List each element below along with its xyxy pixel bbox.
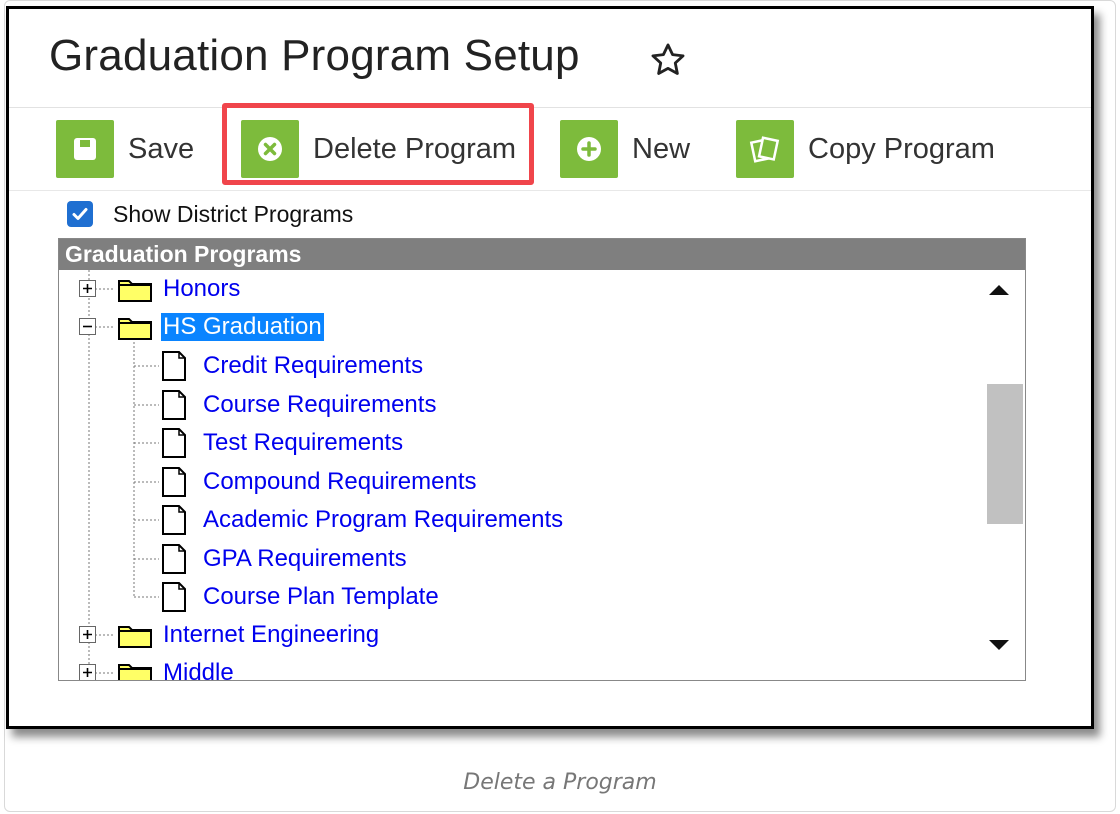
copy-program-label: Copy Program	[808, 132, 995, 165]
tree-node-label: Test Requirements	[203, 429, 404, 456]
document-icon	[162, 351, 186, 381]
tree-node-label: Academic Program Requirements	[203, 506, 564, 533]
tree-node-credit-requirements[interactable]: Credit Requirements	[161, 348, 425, 384]
folder-icon	[118, 664, 152, 680]
tree-node-label: Credit Requirements	[203, 352, 424, 379]
tree-node-label: HS Graduation	[161, 313, 324, 341]
checkmark-icon	[72, 208, 88, 220]
scroll-up-arrow-icon[interactable]	[989, 285, 1009, 295]
tree-header: Graduation Programs	[59, 239, 1025, 270]
document-icon	[162, 505, 186, 535]
tree-node-test-requirements[interactable]: Test Requirements	[161, 425, 405, 461]
expand-icon[interactable]	[79, 626, 97, 644]
new-button[interactable]: New	[560, 120, 690, 178]
tree-node-academic-program-requirements[interactable]: Academic Program Requirements	[161, 502, 565, 538]
tree-node-label: GPA Requirements	[203, 545, 407, 572]
copy-icon	[736, 120, 794, 178]
save-button[interactable]: Save	[56, 120, 194, 178]
show-district-programs-checkbox[interactable]	[67, 201, 93, 227]
tree-node-label: Internet Engineering	[163, 621, 380, 648]
collapse-icon[interactable]	[79, 318, 97, 336]
document-icon	[162, 544, 186, 574]
tree-node-internet-engineering[interactable]: Internet Engineering	[79, 617, 381, 653]
tree-node-honors[interactable]: Honors	[79, 271, 242, 307]
toolbar: Save Delete Program New Copy Program	[9, 108, 1091, 191]
folder-icon	[118, 626, 152, 648]
plus-icon	[560, 120, 618, 178]
star-icon[interactable]	[649, 41, 687, 79]
tree-node-label: Honors	[163, 275, 241, 302]
page-title: Graduation Program Setup	[49, 31, 580, 80]
app-window: Graduation Program Setup Save Delete Pro…	[6, 6, 1094, 729]
tree-node-gpa-requirements[interactable]: GPA Requirements	[161, 541, 409, 577]
new-label: New	[632, 132, 691, 165]
save-icon	[56, 120, 114, 178]
folder-icon	[118, 318, 152, 340]
scroll-down-arrow-icon[interactable]	[989, 640, 1009, 650]
title-bar: Graduation Program Setup	[9, 9, 1091, 108]
expand-icon[interactable]	[79, 280, 97, 298]
save-label: Save	[128, 132, 195, 165]
expand-icon[interactable]	[79, 664, 97, 681]
scrollbar-thumb[interactable]	[987, 384, 1023, 524]
tree-node-compound-requirements[interactable]: Compound Requirements	[161, 464, 478, 500]
graduation-programs-tree: Graduation Programs Honors HS Graduation…	[58, 238, 1026, 681]
tree-node-label: Course Requirements	[203, 391, 437, 418]
document-icon	[162, 582, 186, 612]
tree-node-label: Compound Requirements	[203, 468, 477, 495]
document-icon	[162, 390, 186, 420]
figure-caption: Delete a Program	[463, 770, 657, 795]
delete-program-highlight	[222, 103, 534, 185]
document-icon	[162, 428, 186, 458]
tree-node-course-plan-template[interactable]: Course Plan Template	[161, 579, 441, 615]
tree-node-label: Course Plan Template	[203, 583, 439, 610]
tree-scrollbar[interactable]	[981, 271, 1025, 680]
tree-node-hs-graduation[interactable]: HS Graduation	[79, 309, 324, 345]
tree-node-course-requirements[interactable]: Course Requirements	[161, 387, 438, 423]
copy-program-button[interactable]: Copy Program	[736, 120, 995, 178]
tree-node-label: Middle	[163, 659, 234, 681]
tree-header-label: Graduation Programs	[65, 241, 302, 267]
show-district-programs-row: Show District Programs	[67, 197, 353, 231]
document-icon	[162, 467, 186, 497]
folder-icon	[118, 280, 152, 302]
show-district-programs-label: Show District Programs	[113, 200, 354, 227]
tree-node-middle[interactable]: Middle	[79, 655, 236, 681]
